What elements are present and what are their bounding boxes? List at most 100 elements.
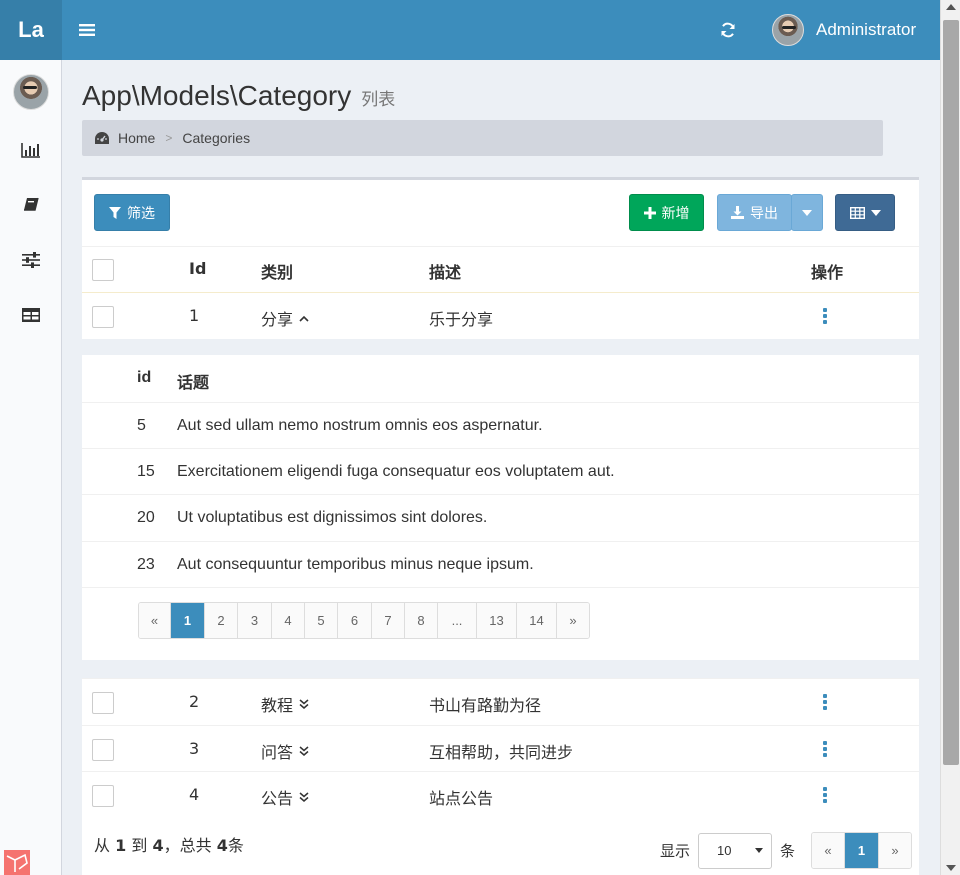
per-page-value: 10 [717, 843, 732, 858]
table-row: 4 公告 站点公告 [82, 771, 919, 818]
column-header-actions: 操作 [811, 263, 844, 282]
export-button[interactable]: 导出 [717, 194, 792, 231]
column-header-category[interactable]: 类别 [261, 259, 293, 283]
table-header: Id 类别 描述 操作 [82, 246, 919, 292]
caret-down-icon [870, 209, 881, 216]
pagination-summary: 从 1 到 4，总共 4条 [94, 832, 244, 856]
main-header: La Administrator [0, 0, 940, 60]
breadcrumb-current: Categories [182, 130, 251, 146]
summary-from-label: 从 [94, 836, 111, 855]
subtable-row: 23 Aut consequuntur temporibus minus neq… [82, 541, 919, 587]
sidebar-item-settings[interactable] [21, 250, 41, 270]
sidebar-toggle-button[interactable] [62, 0, 112, 60]
column-header-id[interactable]: Id [189, 259, 206, 278]
laravel-logo-icon [4, 850, 30, 875]
app-logo[interactable]: La [0, 0, 62, 60]
page-8[interactable]: 8 [405, 603, 438, 638]
export-button-label: 导出 [750, 204, 778, 221]
row-actions-button[interactable] [822, 787, 828, 803]
breadcrumb-separator: > [165, 131, 173, 145]
vertical-scrollbar[interactable] [940, 0, 960, 875]
new-button-label: 新增 [661, 204, 690, 221]
page-prev[interactable]: « [139, 603, 171, 638]
caret-down-icon [755, 848, 764, 853]
page-7[interactable]: 7 [372, 603, 405, 638]
page-prev[interactable]: « [812, 833, 846, 868]
row-category: 问答 [261, 743, 294, 762]
table-row: 3 问答 互相帮助，共同进步 [82, 725, 919, 771]
row-category: 公告 [261, 789, 294, 808]
user-avatar [772, 14, 804, 46]
page-4[interactable]: 4 [272, 603, 305, 638]
page-2[interactable]: 2 [205, 603, 238, 638]
subtable-row-title: Ut voluptatibus est dignissimos sint dol… [177, 509, 488, 526]
page-next[interactable]: » [879, 833, 912, 868]
refresh-button[interactable] [706, 0, 750, 60]
page-5[interactable]: 5 [305, 603, 338, 638]
filter-icon [109, 206, 121, 219]
per-page-select[interactable]: 10 [698, 832, 773, 869]
download-icon [731, 206, 744, 219]
sliders-icon [22, 252, 40, 268]
row-actions-button[interactable] [822, 308, 828, 324]
export-dropdown-button[interactable] [791, 194, 823, 231]
page-3[interactable]: 3 [238, 603, 272, 638]
row-checkbox[interactable] [92, 306, 114, 328]
page-6[interactable]: 6 [338, 603, 372, 638]
table-icon [22, 308, 40, 322]
filter-button[interactable]: 筛选 [94, 194, 170, 231]
subtable-row: 5 Aut sed ullam nemo nostrum omnis eos a… [82, 402, 919, 448]
row-category-toggle[interactable]: 分享 [261, 306, 309, 330]
page-ellipsis: ... [438, 603, 477, 638]
page-next[interactable]: » [557, 603, 589, 638]
dashboard-icon [95, 132, 109, 144]
double-chevron-down-icon [299, 699, 309, 709]
row-checkbox[interactable] [92, 739, 114, 761]
sidebar-item-docs[interactable] [21, 195, 41, 215]
subtable-row-id: 23 [137, 556, 155, 573]
row-category-toggle[interactable]: 公告 [261, 785, 309, 809]
breadcrumb: Home > Categories [82, 120, 883, 156]
row-actions-button[interactable] [822, 694, 828, 710]
table-row: 1 分享 乐于分享 [82, 292, 919, 338]
summary-unit: 条 [227, 836, 244, 855]
column-selector-button[interactable] [835, 194, 895, 231]
user-menu[interactable]: Administrator [772, 0, 916, 60]
user-name: Administrator [816, 20, 917, 39]
page-1[interactable]: 1 [845, 833, 880, 868]
row-actions-button[interactable] [822, 741, 828, 757]
per-page-control: 显示 10 条 « 1 » [660, 832, 913, 869]
row-category-toggle[interactable]: 问答 [261, 739, 309, 763]
row-category: 分享 [261, 310, 294, 329]
subtable-row-id: 5 [137, 417, 146, 434]
select-all-checkbox[interactable] [92, 259, 114, 281]
column-header-description[interactable]: 描述 [429, 259, 461, 283]
row-checkbox[interactable] [92, 692, 114, 714]
scrollbar-thumb[interactable] [943, 20, 959, 765]
new-button[interactable]: 新增 [629, 194, 704, 231]
sidebar [0, 60, 62, 875]
scroll-down-arrow-icon[interactable] [946, 865, 956, 871]
subtable-row-title: Aut consequuntur temporibus minus neque … [177, 556, 534, 573]
page-13[interactable]: 13 [477, 603, 517, 638]
sidebar-avatar[interactable] [13, 74, 49, 110]
grid-box: 筛选 新增 导出 Id 类别 描述 操作 1 分享 乐于分享 id 话题 5 A… [82, 177, 919, 875]
row-checkbox[interactable] [92, 785, 114, 807]
sidebar-item-table[interactable] [21, 305, 41, 325]
refresh-icon [721, 22, 735, 38]
page-title-text: App\Models\Category [82, 80, 352, 111]
scroll-up-arrow-icon[interactable] [946, 4, 956, 10]
page-1[interactable]: 1 [171, 603, 205, 638]
subtable-row-title: Aut sed ullam nemo nostrum omnis eos asp… [177, 417, 543, 434]
expand-separator [82, 660, 919, 678]
row-category: 教程 [261, 696, 294, 715]
row-description: 站点公告 [429, 789, 494, 808]
row-category-toggle[interactable]: 教程 [261, 692, 309, 716]
summary-total-label: ，总共 [163, 836, 212, 855]
plus-icon [643, 206, 656, 219]
chevron-up-icon [299, 315, 309, 322]
breadcrumb-home[interactable]: Home [94, 130, 155, 146]
double-chevron-down-icon [299, 792, 309, 802]
sidebar-item-dashboard[interactable] [21, 140, 41, 160]
page-14[interactable]: 14 [517, 603, 557, 638]
